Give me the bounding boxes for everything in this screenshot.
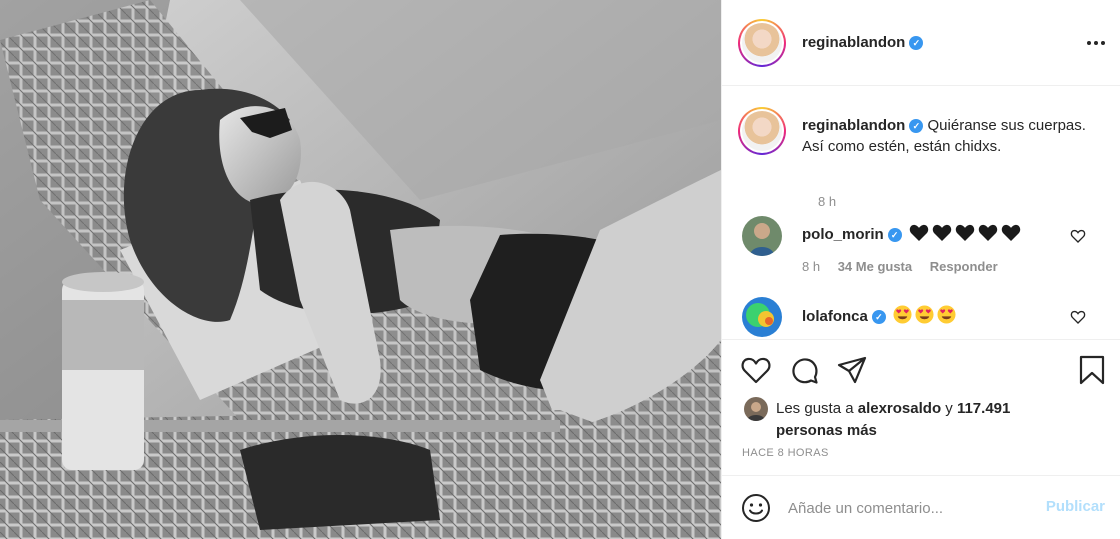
post-header: reginablandon ✓ xyxy=(722,0,1120,86)
likes-text: Les gusta a alexrosaldo y 117.491 person… xyxy=(776,398,1036,442)
verified-badge-icon: ✓ xyxy=(887,228,902,243)
likes-connector: y xyxy=(945,400,953,417)
post-details-panel: reginablandon ✓ reginablandon ✓ Quiéranse… xyxy=(721,0,1120,539)
verified-badge-icon: ✓ xyxy=(871,310,886,325)
comment-emoji xyxy=(906,224,1021,243)
heart-icon[interactable] xyxy=(740,354,772,386)
comment-like-heart-icon[interactable] xyxy=(1070,309,1086,325)
post-photo[interactable] xyxy=(0,0,721,539)
caption-time[interactable]: 8 h xyxy=(818,194,836,209)
reply-button[interactable]: Responder xyxy=(930,259,998,274)
comments-list[interactable]: reginablandon ✓ Quiéranse sus cuerpas. As… xyxy=(722,87,1120,339)
black-heart-icon xyxy=(909,224,929,241)
post-timestamp[interactable]: HACE 8 HORAS xyxy=(742,447,829,459)
heart-eyes-icon xyxy=(893,305,912,324)
comment-text: lolafonca ✓ xyxy=(802,305,956,325)
black-heart-icon xyxy=(955,224,975,241)
caption-avatar[interactable] xyxy=(738,107,786,155)
liker-avatar[interactable] xyxy=(744,397,768,421)
commenter-avatar[interactable] xyxy=(742,216,782,256)
black-heart-icon xyxy=(1001,224,1021,241)
post-photo-image xyxy=(0,0,721,539)
likes-prefix: Les gusta a xyxy=(776,400,854,417)
comment-username[interactable]: polo_morin xyxy=(802,226,884,243)
author-username[interactable]: reginablandon xyxy=(802,34,905,51)
comment-likes[interactable]: 34 Me gusta xyxy=(838,259,912,274)
black-heart-icon xyxy=(932,224,952,241)
comment-bubble-icon[interactable] xyxy=(788,354,820,386)
more-horizontal-icon[interactable] xyxy=(1085,32,1107,54)
caption-username[interactable]: reginablandon xyxy=(802,117,905,134)
publish-button[interactable]: Publicar xyxy=(1046,498,1105,515)
comment-meta: 8 h 34 Me gusta Responder xyxy=(802,259,1012,274)
comment-emoji xyxy=(890,305,956,325)
black-heart-icon xyxy=(978,224,998,241)
emoji-smile-icon[interactable] xyxy=(741,493,771,523)
comment-username[interactable]: lolafonca xyxy=(802,308,868,325)
comment-time[interactable]: 8 h xyxy=(802,259,820,274)
heart-eyes-icon xyxy=(937,305,956,324)
heart-eyes-icon xyxy=(915,305,934,324)
add-comment-bar: Publicar xyxy=(722,475,1120,539)
caption-text: reginablandon ✓ Quiéranse sus cuerpas. As… xyxy=(802,115,1102,157)
comment-like-heart-icon[interactable] xyxy=(1070,228,1086,244)
liker-username[interactable]: alexrosaldo xyxy=(858,400,941,417)
commenter-avatar[interactable] xyxy=(742,297,782,337)
paper-plane-icon[interactable] xyxy=(836,354,868,386)
verified-badge-icon: ✓ xyxy=(909,119,924,134)
bookmark-icon[interactable] xyxy=(1076,354,1108,386)
post-actions: Les gusta a alexrosaldo y 117.491 person… xyxy=(722,339,1120,475)
comment-input[interactable] xyxy=(788,495,1028,521)
comment-text: polo_morin ✓ xyxy=(802,224,1021,243)
verified-badge-icon: ✓ xyxy=(909,35,924,50)
author-avatar[interactable] xyxy=(738,18,786,67)
